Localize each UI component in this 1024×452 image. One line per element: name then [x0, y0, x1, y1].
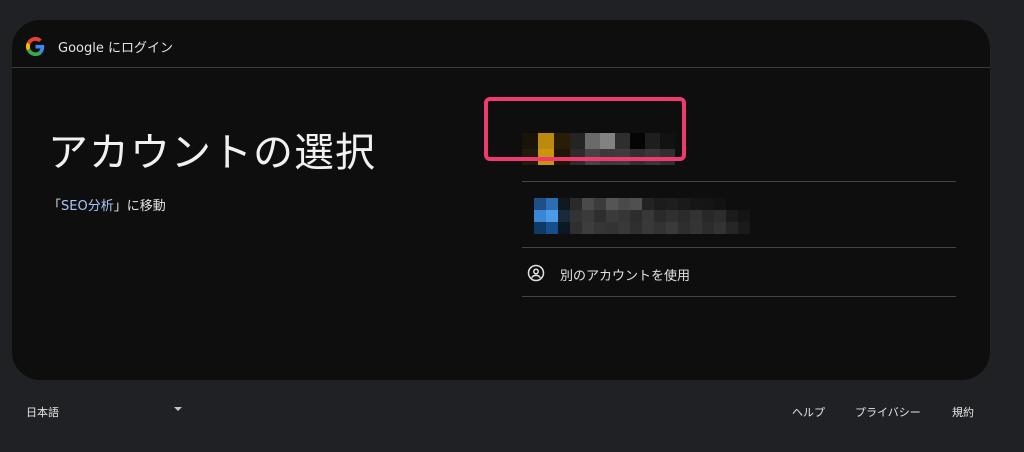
- account-item-2[interactable]: [522, 182, 968, 247]
- card-header: Google にログイン: [12, 20, 990, 68]
- account-1-blurred-text: [570, 133, 675, 165]
- privacy-link[interactable]: プライバシー: [855, 404, 921, 420]
- subtitle-suffix: 」に移動: [113, 199, 166, 214]
- account-1-blurred-avatar: [522, 133, 570, 165]
- sign-in-card: Google にログイン アカウントの選択 「SEO分析」に移動 別のアカウント…: [12, 20, 990, 380]
- page-title: アカウントの選択: [48, 130, 376, 176]
- app-name-link[interactable]: SEO分析: [61, 199, 114, 214]
- subtitle: 「SEO分析」に移動: [48, 195, 166, 214]
- footer: 日本語 ヘルプ プライバシー 規約: [0, 395, 1024, 425]
- account-list: 別のアカウントを使用: [522, 116, 968, 297]
- subtitle-prefix: 「: [48, 199, 62, 214]
- account-2-blurred-avatar: [534, 198, 570, 234]
- chevron-down-icon[interactable]: [174, 407, 182, 411]
- use-other-account-label: 別のアカウントを使用: [560, 269, 691, 284]
- divider: [522, 296, 956, 297]
- help-link[interactable]: ヘルプ: [792, 404, 825, 420]
- terms-link[interactable]: 規約: [952, 404, 974, 420]
- google-g-icon: [26, 37, 45, 56]
- account-2-blurred-text: [570, 198, 750, 234]
- account-item-1[interactable]: [522, 116, 968, 181]
- language-selector[interactable]: 日本語: [26, 404, 59, 420]
- person-circle-icon: [527, 264, 545, 282]
- use-other-account-item[interactable]: 別のアカウントを使用: [522, 248, 968, 296]
- use-other-account-row[interactable]: 別のアカウントを使用: [522, 248, 956, 296]
- header-title: Google にログイン: [58, 41, 173, 56]
